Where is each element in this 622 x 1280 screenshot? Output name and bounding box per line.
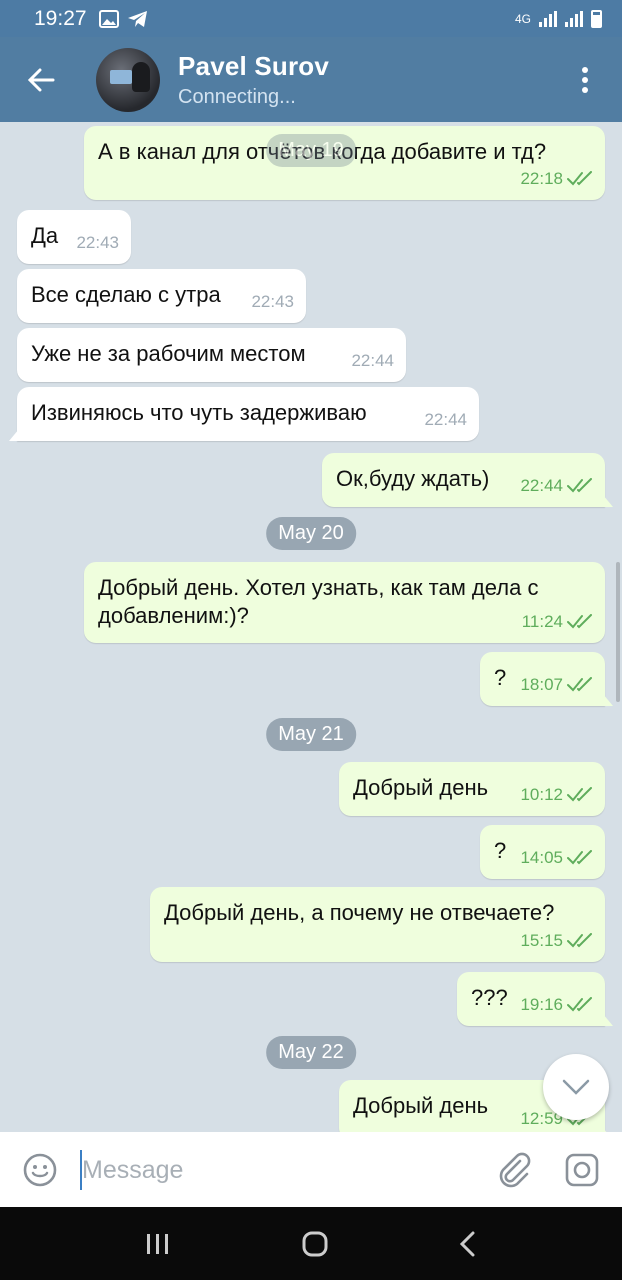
double-check-icon xyxy=(567,787,592,802)
message-meta: 10:12 xyxy=(520,781,593,809)
double-check-icon xyxy=(567,478,592,493)
double-check-icon xyxy=(567,850,592,865)
message-text: ? xyxy=(494,838,507,863)
message-time: 14:05 xyxy=(520,848,563,867)
double-check-icon xyxy=(567,677,592,692)
outgoing-message[interactable]: Ок,буду ждать) 22:44 xyxy=(322,453,605,507)
message-time: 22:44 xyxy=(424,410,467,429)
notification-icons xyxy=(98,9,149,28)
message-text: ??? xyxy=(471,985,508,1010)
double-check-icon xyxy=(567,997,592,1012)
message-time: 22:18 xyxy=(520,169,563,188)
message-time: 22:44 xyxy=(351,351,394,370)
message-time: 15:15 xyxy=(520,931,563,950)
message-time: 10:12 xyxy=(520,785,563,804)
telegram-chat-screen: 19:27 4G Pavel Surov Connecting... А в к… xyxy=(0,0,622,1280)
double-check-icon xyxy=(567,614,592,629)
date-separator: May 20 xyxy=(266,517,356,550)
home-icon[interactable] xyxy=(302,1231,328,1257)
camera-icon[interactable] xyxy=(564,1152,600,1188)
date-separator: May 22 xyxy=(266,1036,356,1069)
signal-icon xyxy=(539,10,557,27)
scroll-down-button[interactable] xyxy=(543,1054,609,1120)
message-meta: 22:43 xyxy=(251,288,294,316)
message-time: 22:44 xyxy=(520,476,563,495)
message-meta: 22:43 xyxy=(76,229,119,257)
message-text: Все сделаю с утра xyxy=(31,282,221,307)
connection-status: Connecting... xyxy=(178,85,296,108)
message-meta: 15:15 xyxy=(520,927,593,955)
message-meta: 22:44 xyxy=(424,406,467,434)
chat-titles[interactable]: Pavel Surov Connecting... xyxy=(178,51,329,109)
message-text: Извиняюсь что чуть задерживаю xyxy=(31,400,367,425)
status-bar: 19:27 4G xyxy=(0,0,622,37)
back-button[interactable] xyxy=(0,37,82,122)
incoming-message[interactable]: Уже не за рабочим местом 22:44 xyxy=(17,328,406,382)
recent-apps-icon[interactable] xyxy=(145,1233,171,1255)
battery-icon xyxy=(591,9,602,28)
status-time: 19:27 xyxy=(34,6,87,30)
outgoing-message[interactable]: Добрый день 10:12 xyxy=(339,762,605,816)
message-text: Добрый день, а почему не отвечаете? xyxy=(164,900,555,925)
message-text: Уже не за рабочим местом xyxy=(31,341,306,366)
message-text: Добрый день xyxy=(353,775,489,800)
double-check-icon xyxy=(567,933,592,948)
incoming-message[interactable]: Да 22:43 xyxy=(17,210,131,264)
telegram-icon xyxy=(127,10,147,27)
arrow-left-icon xyxy=(27,68,55,91)
composer-bar xyxy=(0,1132,622,1207)
outgoing-message[interactable]: ??? 19:16 xyxy=(457,972,605,1026)
message-time: 19:16 xyxy=(520,995,563,1014)
message-text: Добрый день. Хотел узнать, как там дела … xyxy=(98,575,539,628)
message-meta: 22:44 xyxy=(351,347,394,375)
message-meta: 22:18 xyxy=(520,165,593,193)
message-time: 22:43 xyxy=(251,292,294,311)
avatar[interactable] xyxy=(96,47,160,112)
outgoing-message[interactable]: ? 14:05 xyxy=(480,825,605,879)
outgoing-message[interactable]: Добрый день. Хотел узнать, как там дела … xyxy=(84,562,605,643)
message-text: Добрый день xyxy=(353,1093,489,1118)
double-check-icon xyxy=(567,171,592,186)
incoming-message[interactable]: Все сделаю с утра 22:43 xyxy=(17,269,306,323)
floating-date: May 19 xyxy=(266,134,356,167)
chat-title: Pavel Surov xyxy=(178,50,330,81)
message-text: ? xyxy=(494,665,507,690)
message-text: Ок,буду ждать) xyxy=(336,466,490,491)
message-meta: 19:16 xyxy=(520,991,593,1019)
message-input[interactable] xyxy=(80,1150,460,1190)
message-time: 22:43 xyxy=(76,233,119,252)
message-meta: 18:07 xyxy=(520,671,593,699)
date-separator: May 21 xyxy=(266,718,356,751)
chevron-down-icon xyxy=(562,1079,590,1095)
message-meta: 14:05 xyxy=(520,844,593,872)
message-time: 11:24 xyxy=(521,612,563,631)
message-meta: 22:44 xyxy=(520,472,593,500)
outgoing-message[interactable]: Добрый день, а почему не отвечаете? 15:15 xyxy=(150,887,605,962)
back-nav-icon[interactable] xyxy=(459,1231,477,1257)
network-type: 4G xyxy=(514,11,531,26)
paperclip-icon[interactable] xyxy=(496,1151,532,1189)
chat-header: Pavel Surov Connecting... xyxy=(0,37,622,122)
gallery-icon xyxy=(98,9,119,28)
outgoing-message[interactable]: ? 18:07 xyxy=(480,652,605,706)
smile-icon[interactable] xyxy=(22,1152,58,1188)
message-text: Да xyxy=(31,223,59,248)
signal-icon-2 xyxy=(565,10,583,27)
message-time: 18:07 xyxy=(520,675,563,694)
incoming-message[interactable]: Извиняюсь что чуть задерживаю 22:44 xyxy=(17,387,479,441)
system-nav-bar xyxy=(0,1207,622,1280)
message-list[interactable]: А в канал для отчётов когда добавите и т… xyxy=(0,122,622,1132)
more-menu-button[interactable] xyxy=(570,65,600,95)
scrollbar[interactable] xyxy=(616,562,620,702)
message-meta: 11:24 xyxy=(522,608,593,636)
system-indicators: 4G xyxy=(514,9,602,28)
